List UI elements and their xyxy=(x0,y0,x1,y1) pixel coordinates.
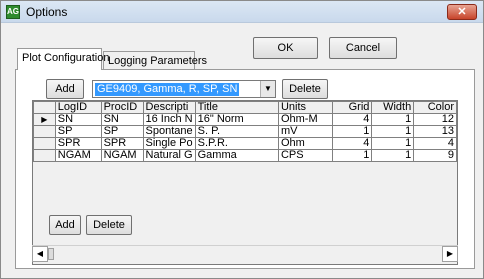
scroll-thumb[interactable] xyxy=(48,248,54,260)
table-cell[interactable]: 1 xyxy=(371,125,415,138)
add-row-button[interactable]: Add xyxy=(49,215,81,235)
row-selector[interactable] xyxy=(33,125,56,138)
table-cell[interactable]: 12 xyxy=(413,113,457,126)
table-cell[interactable]: Natural G xyxy=(142,149,196,162)
row-selector[interactable] xyxy=(33,137,56,150)
table-row[interactable]: NGAM NGAM Natural G Gamma CPS 1 1 9 xyxy=(33,149,457,162)
options-window: AG Options ✕ OK Cancel Plot Configuratio… xyxy=(0,0,484,279)
column-header[interactable]: Title xyxy=(194,101,279,114)
table-cell[interactable]: 4 xyxy=(331,113,373,126)
column-header[interactable]: Grid xyxy=(331,101,373,114)
table-row[interactable]: SP SP Spontane S. P. mV 1 1 13 xyxy=(33,125,457,138)
plot-grid: LogID ProcID Descripti Title Units Grid … xyxy=(32,100,458,265)
table-cell[interactable]: Ohm xyxy=(277,137,333,150)
table-cell[interactable]: 4 xyxy=(413,137,457,150)
table-cell[interactable]: S. P. xyxy=(194,125,279,138)
configuration-select-value: GE9409, Gamma, R, SP, SN xyxy=(95,83,240,96)
table-cell[interactable]: SPR xyxy=(100,137,144,150)
column-header[interactable]: ProcID xyxy=(100,101,144,114)
table-cell[interactable]: 1 xyxy=(371,113,415,126)
table-cell[interactable]: NGAM xyxy=(54,149,102,162)
column-header[interactable]: Descripti xyxy=(142,101,196,114)
table-cell[interactable]: Ohm-M xyxy=(277,113,333,126)
cancel-button[interactable]: Cancel xyxy=(329,37,397,59)
table-cell[interactable]: SN xyxy=(54,113,102,126)
row-selector-header xyxy=(33,101,56,114)
table-cell[interactable]: S.P.R. xyxy=(194,137,279,150)
table-cell[interactable]: 16 Inch N xyxy=(142,113,196,126)
table-cell[interactable]: Spontane xyxy=(142,125,196,138)
table-cell[interactable]: SP xyxy=(54,125,102,138)
app-icon: AG xyxy=(6,5,20,19)
table-row[interactable]: SPR SPR Single Po S.P.R. Ohm 4 1 4 xyxy=(33,137,457,150)
add-button[interactable]: Add xyxy=(46,79,84,99)
table-cell[interactable]: 9 xyxy=(413,149,457,162)
table-cell[interactable]: SP xyxy=(100,125,144,138)
current-row-marker-icon[interactable]: ▶ xyxy=(33,113,56,126)
column-header[interactable]: LogID xyxy=(54,101,102,114)
table-cell[interactable]: CPS xyxy=(277,149,333,162)
plot-table: LogID ProcID Descripti Title Units Grid … xyxy=(33,101,457,162)
table-cell[interactable]: SPR xyxy=(54,137,102,150)
table-cell[interactable]: mV xyxy=(277,125,333,138)
window-title: Options xyxy=(26,5,68,19)
table-cell[interactable]: 1 xyxy=(371,149,415,162)
table-cell[interactable]: 1 xyxy=(371,137,415,150)
scroll-right-icon[interactable]: ▶ xyxy=(442,246,458,262)
grid-header-row: LogID ProcID Descripti Title Units Grid … xyxy=(33,101,457,114)
title-bar[interactable]: AG Options ✕ xyxy=(1,1,483,23)
scroll-left-icon[interactable]: ◀ xyxy=(32,246,48,262)
table-cell[interactable]: 13 xyxy=(413,125,457,138)
horizontal-scrollbar[interactable]: ◀ ▶ xyxy=(32,245,458,262)
table-row[interactable]: ▶ SN SN 16 Inch N 16" Norm Ohm-M 4 1 12 xyxy=(33,113,457,126)
configuration-select[interactable]: GE9409, Gamma, R, SP, SN ▼ xyxy=(92,80,276,98)
row-selector[interactable] xyxy=(33,149,56,162)
column-header[interactable]: Units xyxy=(277,101,333,114)
table-cell[interactable]: SN xyxy=(100,113,144,126)
close-button[interactable]: ✕ xyxy=(447,4,477,20)
table-cell[interactable]: NGAM xyxy=(100,149,144,162)
column-header[interactable]: Color xyxy=(413,101,457,114)
table-cell[interactable]: 1 xyxy=(331,149,373,162)
table-cell[interactable]: Gamma xyxy=(194,149,279,162)
table-cell[interactable]: 16" Norm xyxy=(194,113,279,126)
delete-row-button[interactable]: Delete xyxy=(86,215,132,235)
column-header[interactable]: Width xyxy=(371,101,415,114)
tab-logging-parameters[interactable]: Logging Parameters xyxy=(103,51,207,71)
delete-button[interactable]: Delete xyxy=(282,79,328,99)
table-cell[interactable]: 1 xyxy=(331,125,373,138)
table-cell[interactable]: Single Po xyxy=(142,137,196,150)
table-cell[interactable]: 4 xyxy=(331,137,373,150)
chevron-down-icon[interactable]: ▼ xyxy=(260,81,275,97)
plot-configuration-panel: Add GE9409, Gamma, R, SP, SN ▼ Delete Lo… xyxy=(15,69,475,269)
ok-button[interactable]: OK xyxy=(253,37,318,59)
tab-plot-configuration[interactable]: Plot Configuration xyxy=(17,48,109,70)
